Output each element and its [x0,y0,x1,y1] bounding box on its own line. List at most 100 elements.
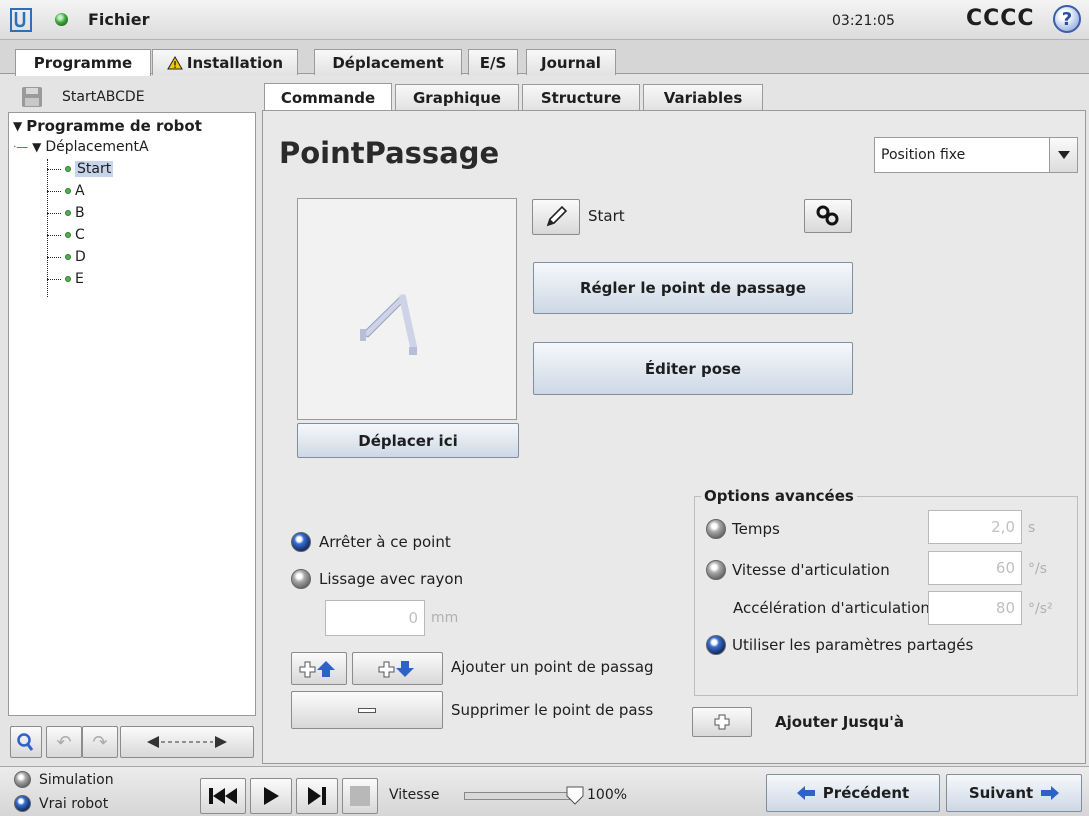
stop-icon [350,786,370,806]
set-waypoint-button[interactable]: Régler le point de passage [533,262,853,314]
step-button[interactable] [296,778,338,814]
tab-commande[interactable]: Commande [264,83,392,111]
tab-es[interactable]: E/S [468,49,518,75]
file-menu[interactable]: Fichier [88,10,150,29]
tab-variables[interactable]: Variables [643,84,763,110]
option-label: Vrai robot [39,795,109,812]
joint-accel-field[interactable]: 80 [928,591,1022,625]
tab-label: Structure [540,88,622,107]
speed-percent: 100% [587,787,628,803]
tab-label: Variables [663,88,743,107]
tree-item-label: B [75,205,85,221]
warning-icon [167,55,183,69]
tab-deplacement[interactable]: Déplacement [314,49,462,75]
main-tab-bar: Programme Installation Déplacement E/S J… [0,40,1089,76]
option-label: Vitesse d'articulation [732,561,890,579]
collapse-panel-button[interactable] [120,726,254,758]
node-dot-icon [65,254,71,260]
tree-item-d[interactable]: D [47,249,86,265]
rewind-button[interactable] [200,778,246,814]
speed-slider-fill [465,793,575,799]
tab-structure[interactable]: Structure [522,84,640,110]
rename-button[interactable] [532,199,580,235]
tab-graphique[interactable]: Graphique [395,84,519,110]
option-label: Temps [732,520,780,538]
option-label: Utiliser les paramètres partagés [732,636,974,654]
field-value: 2,0 [991,518,1015,536]
time-unit: s [1028,520,1036,536]
add-until-button[interactable] [692,707,752,737]
option-label: Simulation [39,771,114,788]
page-title: PointPassage [279,136,500,170]
radio-unselected-icon [706,560,726,580]
waypoint-type-select[interactable]: Position fixe [874,137,1078,173]
time-option[interactable]: Temps [706,519,780,539]
tab-journal[interactable]: Journal [526,49,616,75]
previous-button[interactable]: Précédent [766,774,940,812]
field-value: 80 [995,599,1015,617]
blend-radius-field[interactable]: 0 [325,600,425,636]
button-label: Déplacer ici [358,431,458,450]
simulation-option[interactable]: Simulation [14,771,114,788]
tree-item-start[interactable]: Start [47,161,114,177]
play-button[interactable] [250,778,292,814]
node-dot-icon [65,210,71,216]
real-robot-option[interactable]: Vrai robot [14,795,108,812]
stop-at-point-option[interactable]: Arrêter à ce point [291,532,451,552]
radio-selected-icon [14,795,31,812]
program-tree: ▼ Programme de robot ᐧ— ▼ DéplacementA S… [8,112,256,716]
tree-item-a[interactable]: A [47,183,85,199]
undo-button[interactable]: ↶ [46,726,82,758]
joint-speed-field[interactable]: 60 [928,551,1022,585]
expand-icon: ▼ [13,119,23,133]
slider-thumb-icon[interactable] [566,786,584,806]
node-dot-icon [65,232,71,238]
blend-radius-option[interactable]: Lissage avec rayon [291,569,463,589]
top-bar: Fichier 03:21:05 CCCC ? [0,0,1089,40]
node-dot-icon [65,276,71,282]
next-button[interactable]: Suivant [946,774,1082,812]
blend-unit: mm [431,610,459,626]
time-field[interactable]: 2,0 [928,510,1022,544]
tree-move-label: DéplacementA [45,139,149,155]
robot-name: CCCC [966,6,1035,31]
radio-unselected-icon [14,771,31,788]
shared-params-option[interactable]: Utiliser les paramètres partagés [706,635,973,655]
tree-branch-icon: ᐧ— [13,140,29,154]
tab-label: Commande [280,88,376,107]
redo-button[interactable]: ↷ [82,726,118,758]
radio-selected-icon [706,635,726,655]
tree-item-b[interactable]: B [47,205,85,221]
add-waypoint-before-button[interactable] [291,652,347,685]
tab-programme[interactable]: Programme [15,49,151,76]
tree-root[interactable]: ▼ Programme de robot [13,117,202,135]
remove-waypoint-label: Supprimer le point de pass [451,701,654,719]
move-here-button[interactable]: Déplacer ici [297,423,519,458]
speed-slider[interactable] [464,792,576,800]
help-icon[interactable]: ? [1053,5,1081,33]
remove-waypoint-button[interactable] [291,691,443,729]
save-icon[interactable] [20,85,44,109]
tree-item-label: C [75,227,85,243]
tree-item-c[interactable]: C [47,227,85,243]
tree-item-e[interactable]: E [47,271,84,287]
expand-icon: ▼ [32,140,42,154]
arrow-left-icon [796,786,815,800]
link-button[interactable] [804,199,852,233]
field-value: 60 [995,559,1015,577]
search-button[interactable] [10,726,42,758]
stop-button[interactable] [342,778,378,814]
button-label: Suivant [968,784,1034,802]
add-waypoint-after-button[interactable] [352,652,443,685]
tree-move-node[interactable]: ᐧ— ▼ DéplacementA [13,139,149,155]
play-icon [264,787,279,805]
node-dot-icon [65,166,71,172]
tab-label: Journal [541,53,601,72]
tab-installation[interactable]: Installation [152,49,298,75]
option-label: Arrêter à ce point [319,533,451,551]
option-label: Lissage avec rayon [319,570,464,588]
joint-speed-option[interactable]: Vitesse d'articulation [706,560,890,580]
edit-pose-button[interactable]: Éditer pose [533,342,853,395]
button-label: Précédent [822,784,910,802]
advanced-options-legend: Options avancées [701,487,857,505]
